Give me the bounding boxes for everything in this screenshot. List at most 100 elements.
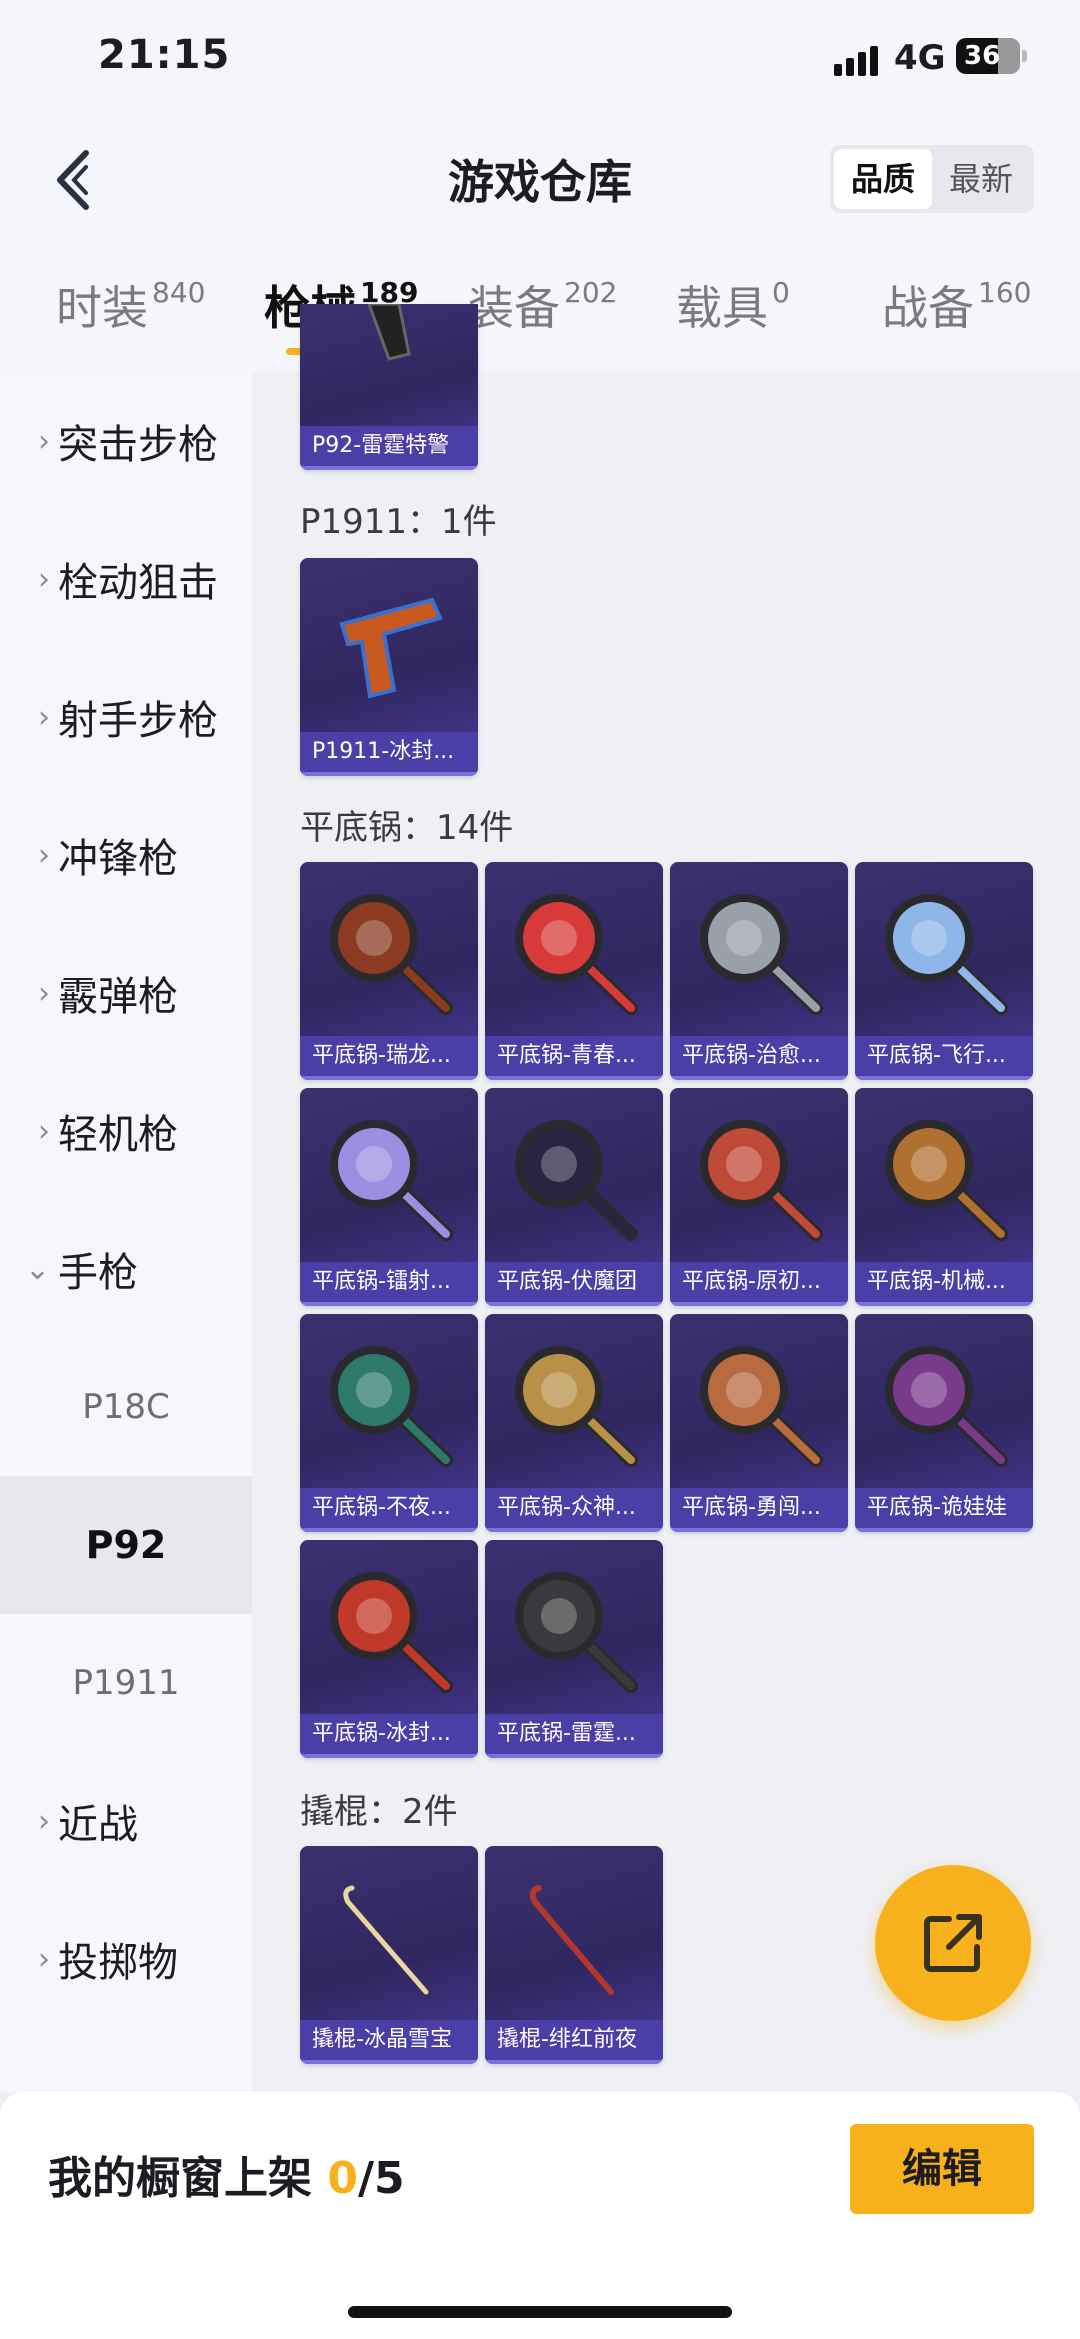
item-card[interactable]: 平底锅-机械... xyxy=(855,1088,1033,1306)
tab-count: 840 xyxy=(152,276,206,309)
chevron-down-icon: ⌄ xyxy=(24,1251,50,1287)
frying-pan-icon xyxy=(515,1572,638,1693)
crowbar-icon xyxy=(343,1885,429,1995)
network-type: 4G xyxy=(894,38,946,78)
item-name: 平底锅-伏魔团 xyxy=(485,1262,663,1306)
bottom-bar: 我的橱窗上架 0/5 编辑 xyxy=(0,2092,1080,2339)
item-name: 平底锅-原初... xyxy=(670,1262,848,1306)
sidebar-item-label: 栓动狙击 xyxy=(58,560,218,606)
sidebar-item-lmg[interactable]: › 轻机枪 xyxy=(0,1062,252,1200)
sidebar-item-bolt-sniper[interactable]: › 栓动狙击 xyxy=(0,510,252,648)
sidebar-item-throwable[interactable]: › 投掷物 xyxy=(0,1890,252,2028)
sidebar-item-shotgun[interactable]: › 霰弹枪 xyxy=(0,924,252,1062)
item-name: 平底锅-瑞龙... xyxy=(300,1036,478,1080)
item-card[interactable]: 平底锅-原初... xyxy=(670,1088,848,1306)
sort-toggle: 品质 最新 xyxy=(830,145,1034,213)
sidebar-sub-p1911[interactable]: P1911 xyxy=(0,1614,252,1752)
frying-pan-icon xyxy=(515,894,638,1015)
item-card[interactable]: 撬棍-冰晶雪宝 xyxy=(300,1846,478,2064)
item-card[interactable]: 平底锅-伏魔团 xyxy=(485,1088,663,1306)
sidebar-item-label: 轻机枪 xyxy=(58,1112,178,1158)
item-card[interactable]: 平底锅-治愈... xyxy=(670,862,848,1080)
item-card[interactable]: 平底锅-青春... xyxy=(485,862,663,1080)
item-name: 平底锅-青春... xyxy=(485,1036,663,1080)
item-card[interactable]: 平底锅-镭射... xyxy=(300,1088,478,1306)
chevron-right-icon: › xyxy=(38,1113,50,1149)
item-name: 平底锅-诡娃娃 xyxy=(855,1488,1033,1532)
item-name: P1911-冰封... xyxy=(300,732,478,776)
sort-newest-button[interactable]: 最新 xyxy=(932,149,1030,209)
sidebar: › 突击步枪 › 栓动狙击 › 射手步枪 › 冲锋枪 › 霰弹枪 › 轻机枪 ⌄ 手枪 P18… xyxy=(0,372,252,2092)
sidebar-item-pistol[interactable]: ⌄ 手枪 xyxy=(0,1200,252,1338)
showcase-total: /5 xyxy=(357,2153,405,2204)
tab-vehicles[interactable]: 载具 0 xyxy=(676,272,790,338)
frying-pan-icon xyxy=(515,1346,638,1467)
item-name: 平底锅-众神... xyxy=(485,1488,663,1532)
tab-count: 160 xyxy=(978,276,1032,309)
chevron-right-icon: › xyxy=(38,1941,50,1977)
share-icon xyxy=(924,1914,982,1972)
top-header-area: 21:15 4G 36 游戏仓库 品质 最新 时装840 枪械189 装备202… xyxy=(0,0,1080,372)
sidebar-item-label: 射手步枪 xyxy=(58,698,218,744)
item-name: 撬棍-绯红前夜 xyxy=(485,2020,663,2064)
category-tabs: 时装840 枪械189 装备202 载具0 战备160 xyxy=(0,272,1080,362)
share-fab-button[interactable] xyxy=(875,1865,1031,2021)
showcase-count: 0 xyxy=(327,2153,358,2204)
sidebar-sub-p18c[interactable]: P18C xyxy=(0,1338,252,1476)
chevron-right-icon: › xyxy=(38,699,50,735)
item-card[interactable]: 平底锅-勇闯... xyxy=(670,1314,848,1532)
sidebar-sub-p92[interactable]: P92 xyxy=(0,1476,252,1614)
frying-pan-icon xyxy=(885,894,1008,1015)
frying-pan-icon xyxy=(885,1346,1008,1467)
frying-pan-icon xyxy=(700,1120,823,1241)
item-card[interactable]: 平底锅-瑞龙... xyxy=(300,862,478,1080)
showcase-counter: 我的橱窗上架 0/5 xyxy=(48,2142,405,2206)
item-name: P92-雷霆特警 xyxy=(300,426,478,470)
tab-gear[interactable]: 装备 202 xyxy=(468,272,617,338)
item-name: 平底锅-不夜... xyxy=(300,1488,478,1532)
home-indicator xyxy=(348,2306,732,2318)
status-time: 21:15 xyxy=(98,32,231,78)
sort-quality-button[interactable]: 品质 xyxy=(834,149,932,209)
item-name: 撬棍-冰晶雪宝 xyxy=(300,2020,478,2064)
item-card[interactable]: 平底锅-众神... xyxy=(485,1314,663,1532)
frying-pan-icon xyxy=(330,894,453,1015)
frying-pan-icon xyxy=(700,894,823,1015)
chevron-right-icon: › xyxy=(38,975,50,1011)
item-name: 平底锅-镭射... xyxy=(300,1262,478,1306)
item-name: 平底锅-勇闯... xyxy=(670,1488,848,1532)
tab-count: 0 xyxy=(772,276,790,309)
item-name: 平底锅-雷霆... xyxy=(485,1714,663,1758)
item-card[interactable]: 平底锅-雷霆... xyxy=(485,1540,663,1758)
item-card[interactable]: P1911-冰封... xyxy=(300,558,478,776)
signal-icon xyxy=(834,42,880,76)
item-card[interactable]: P92-雷霆特警 xyxy=(300,304,478,470)
tab-label: 装备 xyxy=(468,281,560,335)
item-name: 平底锅-机械... xyxy=(855,1262,1033,1306)
section-title-crowbar: 撬棍：2件 xyxy=(300,1792,458,1832)
chevron-right-icon: › xyxy=(38,561,50,597)
tab-label: 载具 xyxy=(676,281,768,335)
item-card[interactable]: 平底锅-不夜... xyxy=(300,1314,478,1532)
sidebar-item-marksman-rifle[interactable]: › 射手步枪 xyxy=(0,648,252,786)
item-card[interactable]: 撬棍-绯红前夜 xyxy=(485,1846,663,2064)
frying-pan-icon xyxy=(330,1346,453,1467)
sidebar-item-smg[interactable]: › 冲锋枪 xyxy=(0,786,252,924)
tab-fashion[interactable]: 时装 840 xyxy=(56,272,205,338)
item-name: 平底锅-治愈... xyxy=(670,1036,848,1080)
section-title-p1911: P1911：1件 xyxy=(300,502,497,542)
sidebar-item-assault-rifle[interactable]: › 突击步枪 xyxy=(0,372,252,510)
item-card[interactable]: 平底锅-冰封... xyxy=(300,1540,478,1758)
sidebar-item-melee[interactable]: › 近战 xyxy=(0,1752,252,1890)
item-card[interactable]: 平底锅-飞行... xyxy=(855,862,1033,1080)
tab-label: 时装 xyxy=(56,281,148,335)
tab-label: 战备 xyxy=(882,281,974,335)
tab-supplies[interactable]: 战备 160 xyxy=(882,272,1031,338)
frying-pan-icon xyxy=(515,1120,638,1241)
item-card[interactable]: 平底锅-诡娃娃 xyxy=(855,1314,1033,1532)
showcase-label: 我的橱窗上架 xyxy=(48,2153,328,2204)
battery-level: 36 xyxy=(964,41,1001,71)
edit-button[interactable]: 编辑 xyxy=(850,2124,1034,2214)
tab-count: 202 xyxy=(564,276,618,309)
sidebar-item-label: 近战 xyxy=(58,1802,138,1848)
